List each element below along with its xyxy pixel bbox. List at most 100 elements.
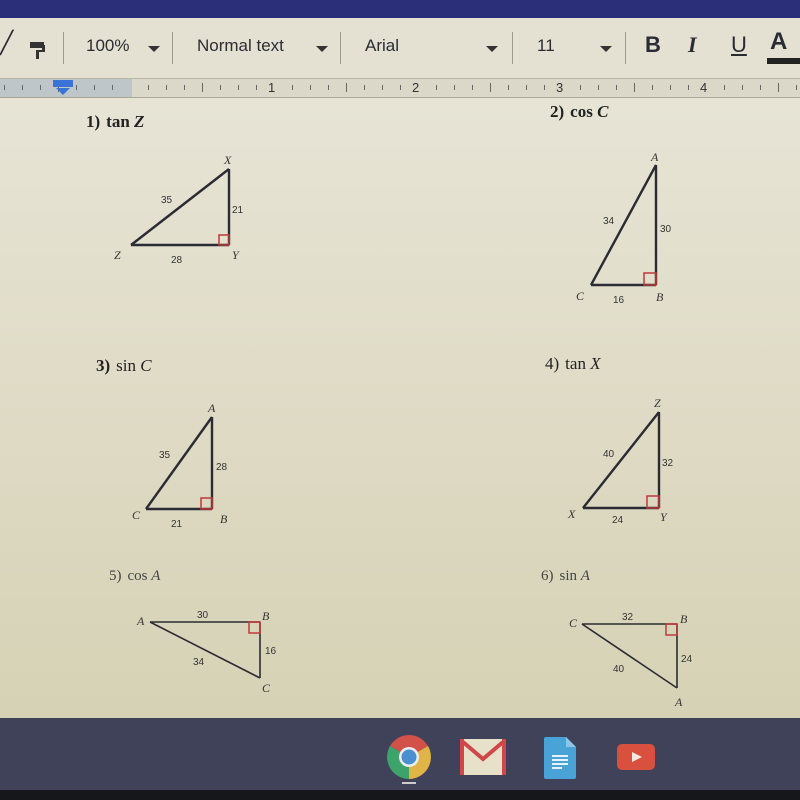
triangle-1: X Z Y 35 21 28 [114,153,244,266]
trig-function: sin [559,568,578,584]
bold-button[interactable]: B [645,32,661,58]
ruler-tick [148,85,149,90]
underline-button[interactable]: U [731,32,747,58]
style-dropdown-icon[interactable] [316,46,328,52]
angle-variable: X [590,354,601,373]
problem-number: 4) [545,354,560,373]
side-label: 24 [612,515,624,526]
ruler-tick [472,85,473,90]
triangle-2: A C B 34 30 16 [576,150,672,306]
toolbar-divider [340,32,341,64]
pen-icon[interactable]: ╱ [0,30,13,56]
screen-bezel [0,790,800,800]
left-indent-handle[interactable] [56,88,70,95]
vertex-label: Y [232,248,240,262]
ruler-tick [310,85,311,90]
hypotenuse [582,411,660,509]
first-line-indent-handle[interactable] [53,80,73,87]
ruler-tick [382,85,383,90]
shelf-app-chrome[interactable] [387,735,431,790]
vertex-label: A [207,401,216,415]
italic-button[interactable]: I [688,32,697,58]
ruler-tick [292,85,293,90]
ruler-tick [652,85,653,90]
zoom-select[interactable]: 100% [86,36,129,56]
vertex-label: B [656,290,664,304]
ruler-tick [220,85,221,90]
trig-function: tan [106,112,130,131]
vertex-label: C [262,681,271,695]
font-size-select[interactable]: 11 [537,36,555,56]
toolbar-divider [63,32,64,64]
angle-variable: C [140,356,152,375]
font-dropdown-icon[interactable] [486,46,498,52]
docs-toolbar: ╱ 100% Normal text Arial 11 B I U A [0,18,800,79]
ruler-number: 2 [412,80,420,95]
ruler-tick [526,85,527,90]
side-label: 34 [603,216,615,227]
ruler-tick [94,85,95,90]
docs-icon [544,737,576,779]
side-label: 30 [197,610,209,621]
vertex-label: B [680,612,688,626]
ruler-tick [4,85,5,90]
side-label: 21 [232,205,244,216]
ruler-tick [742,85,743,90]
vertex-label: A [650,150,659,164]
problem-4-label: 4) tan X [545,354,601,374]
toolbar-divider [172,32,173,64]
vertex-label: C [132,508,141,522]
vertex-label: B [220,512,228,526]
vertex-label: X [223,153,232,167]
trig-function: cos [570,102,593,121]
problem-number: 3) [96,356,111,375]
triangle-4: Z X Y 40 32 24 [567,396,674,526]
angle-variable: C [597,102,609,121]
document-page[interactable]: 1) tan Z 2) cos C 3) sin C 4) tan X 5) cos A … [0,98,800,718]
right-angle-marker [218,234,230,246]
youtube-icon [617,744,655,770]
side-label: 35 [159,450,171,461]
right-angle-marker [200,497,213,510]
shelf-app-docs[interactable] [544,737,576,784]
ruler-tick [544,85,545,90]
paragraph-style-select[interactable]: Normal text [197,36,284,56]
paint-format-icon[interactable] [28,40,48,65]
right-angle-marker [646,495,660,509]
side-label: 35 [161,195,173,206]
ruler-tick [40,85,41,90]
ruler-tick [112,85,113,90]
ruler-tick [508,85,509,90]
text-color-swatch [767,58,800,64]
ruler-tick [778,83,779,92]
problem-3-label: 3) sin C [96,356,152,376]
vertex-label: C [569,616,578,630]
side-label: 24 [681,654,693,665]
vertex-label: Z [114,248,121,262]
zoom-dropdown-icon[interactable] [148,46,160,52]
ruler-tick [256,85,257,90]
ruler-number: 1 [268,80,276,95]
side-label: 21 [171,519,183,530]
ruler-tick [328,85,329,90]
ruler-tick [490,83,491,92]
problem-number: 6) [541,568,554,584]
ruler-tick [454,85,455,90]
trig-function: cos [127,568,148,584]
font-size-dropdown-icon[interactable] [600,46,612,52]
angle-variable: A [580,568,590,584]
text-color-button[interactable]: A [770,28,787,56]
shelf-app-youtube[interactable] [617,744,655,775]
ruler-tick [76,85,77,90]
shelf-app-gmail[interactable] [460,739,506,780]
font-select[interactable]: Arial [365,36,399,56]
ruler-tick [184,85,185,90]
toolbar-divider [625,32,626,64]
ruler-number: 3 [556,80,564,95]
ruler[interactable]: 1 2 3 4 [0,79,800,98]
side-label: 30 [660,224,672,235]
ruler-tick [580,85,581,90]
toolbar-divider [512,32,513,64]
hypotenuse [149,621,261,679]
side-label: 40 [613,664,625,675]
